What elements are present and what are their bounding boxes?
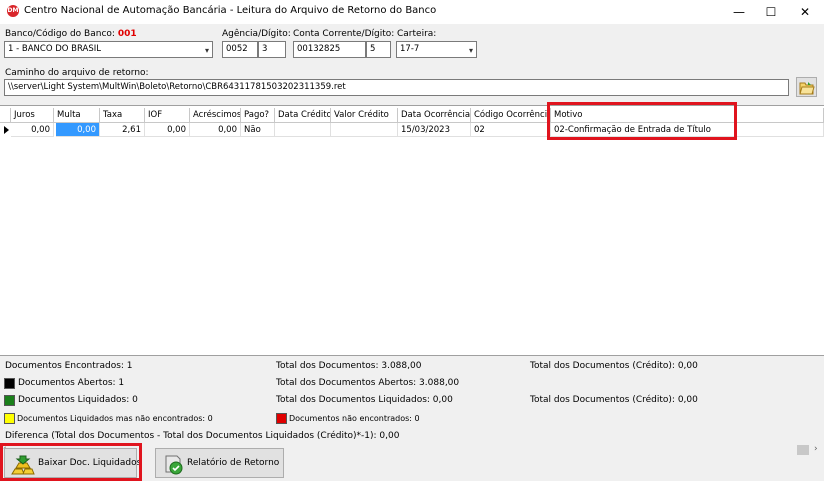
bank-select[interactable]: 1 - BANCO DO BRASIL ▾: [4, 41, 213, 58]
total-open: Total dos Documentos Abertos: 3.088,00: [276, 378, 460, 388]
folder-open-icon: [799, 82, 815, 95]
wallet-select-value: 17-7: [400, 44, 420, 54]
cell-data-ocorrencia[interactable]: 15/03/2023: [398, 123, 471, 137]
results-grid: Juros Multa Taxa IOF Acréscimos Pago? Da…: [0, 105, 824, 457]
col-acrescimos[interactable]: Acréscimos: [190, 108, 241, 123]
col-iof[interactable]: IOF: [145, 108, 190, 123]
total-settled: Total dos Documentos Liquidados: 0,00: [276, 395, 453, 405]
difference: Diferenca (Total dos Documentos - Total …: [5, 431, 400, 441]
bank-code: 001: [117, 29, 137, 39]
total-credit-1: Total dos Documentos (Crédito): 0,00: [530, 361, 698, 371]
window-title: Centro Nacional de Automação Bancária - …: [24, 5, 437, 16]
cell-juros[interactable]: 0,00: [11, 123, 54, 137]
current-row-indicator-icon: [4, 126, 9, 134]
wallet-select[interactable]: 17-7 ▾: [396, 41, 477, 58]
col-data-ocorrencia[interactable]: Data Ocorrência: [398, 108, 471, 123]
return-report-button[interactable]: Relatório de Retorno: [155, 448, 284, 478]
docs-settled-not-found: Documentos Liquidados mas não encontrado…: [17, 414, 213, 423]
total-credit-2: Total dos Documentos (Crédito): 0,00: [530, 395, 698, 405]
docs-found: Documentos Encontrados: 1: [5, 361, 133, 371]
cell-taxa[interactable]: 2,61: [100, 123, 145, 137]
cell-pago[interactable]: Não: [241, 123, 275, 137]
docs-open: Documentos Abertos: 1: [18, 378, 125, 388]
col-data-credito[interactable]: Data Crédito: [275, 108, 331, 123]
col-taxa[interactable]: Taxa: [100, 108, 145, 123]
account-input[interactable]: 00132825: [293, 41, 366, 58]
account-digit-input[interactable]: 5: [366, 41, 391, 58]
col-pago[interactable]: Pago?: [241, 108, 275, 123]
row-header-corner: [0, 108, 11, 123]
wallet-label: Carteira:: [397, 29, 437, 39]
chevron-down-icon: ▾: [204, 46, 209, 55]
minimize-button[interactable]: —: [722, 0, 756, 24]
scroll-right-icon[interactable]: ›: [814, 444, 818, 454]
return-report-label: Relatório de Retorno: [187, 458, 280, 468]
maximize-button[interactable]: ☐: [754, 0, 788, 24]
motivo-highlight-box: [547, 102, 737, 140]
col-juros[interactable]: Juros: [11, 108, 54, 123]
col-codigo-ocorrencia[interactable]: Código Ocorrência: [471, 108, 551, 123]
cell-codigo-ocorrencia[interactable]: 02: [471, 123, 551, 137]
not-found-swatch: [276, 413, 287, 424]
agency-input[interactable]: 0052: [222, 41, 258, 58]
download-highlight-box: [0, 443, 142, 481]
scrollbar-thumb[interactable]: [797, 445, 809, 455]
chevron-down-icon: ▾: [468, 46, 473, 55]
path-input[interactable]: \\server\Light System\MultWin\Boleto\Ret…: [4, 79, 789, 96]
bank-select-value: 1 - BANCO DO BRASIL: [8, 44, 101, 54]
cell-multa[interactable]: 0,00: [56, 123, 100, 137]
cell-valor-credito[interactable]: [331, 123, 398, 137]
agency-label: Agência/Dígito:: [222, 29, 291, 39]
cell-acrescimos[interactable]: 0,00: [190, 123, 241, 137]
col-multa[interactable]: Multa: [54, 108, 100, 123]
settled-swatch: [4, 395, 15, 406]
path-label: Caminho do arquivo de retorno:: [5, 68, 149, 78]
docs-not-found: Documentos não encontrados: 0: [289, 414, 420, 423]
open-swatch: [4, 378, 15, 389]
col-valor-credito[interactable]: Valor Crédito: [331, 108, 398, 123]
agency-digit-input[interactable]: 3: [258, 41, 286, 58]
docs-settled: Documentos Liquidados: 0: [18, 395, 138, 405]
bank-label-text: Banco/Código do Banco:: [5, 29, 115, 39]
title-bar: DM Centro Nacional de Automação Bancária…: [0, 0, 824, 24]
app-icon: DM: [7, 5, 19, 17]
bank-label: Banco/Código do Banco: 001: [5, 29, 137, 39]
total-docs: Total dos Documentos: 3.088,00: [276, 361, 422, 371]
settled-not-found-swatch: [4, 413, 15, 424]
cell-data-credito[interactable]: [275, 123, 331, 137]
cell-iof[interactable]: 0,00: [145, 123, 190, 137]
check-report-icon: [165, 455, 183, 475]
close-button[interactable]: ✕: [788, 0, 822, 24]
account-label: Conta Corrente/Dígito:: [293, 29, 395, 39]
browse-button[interactable]: [796, 77, 817, 97]
